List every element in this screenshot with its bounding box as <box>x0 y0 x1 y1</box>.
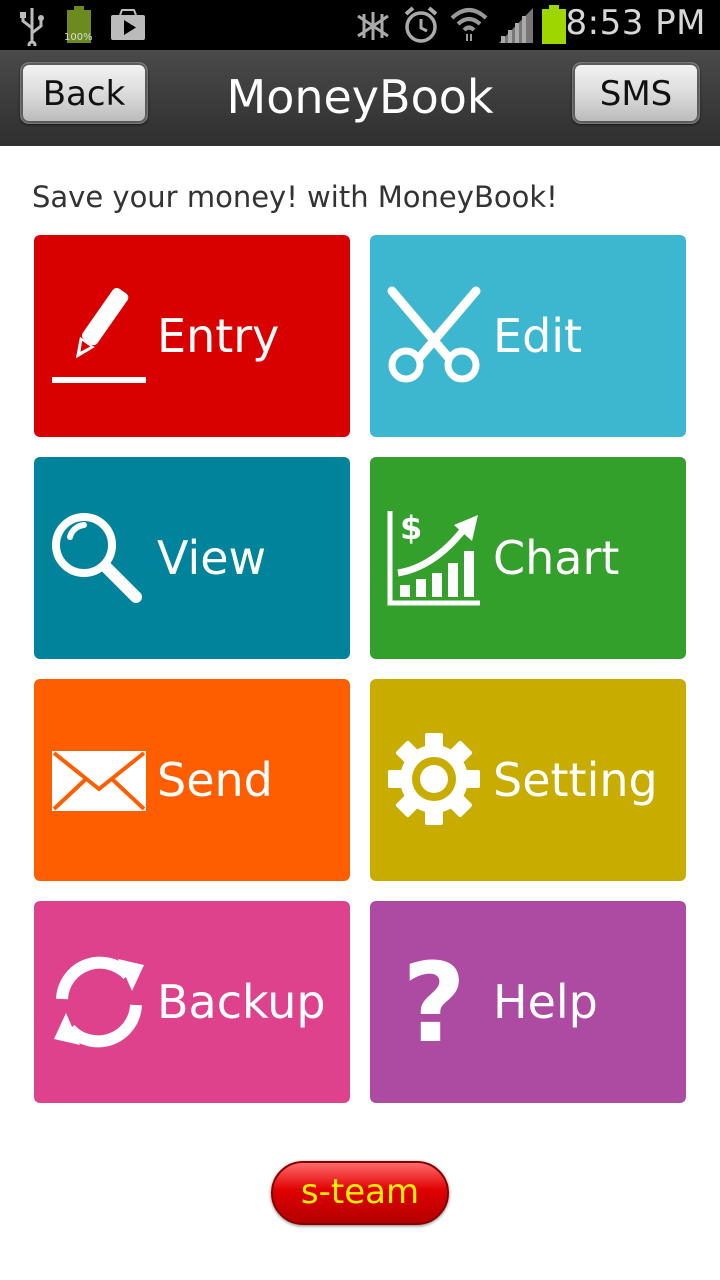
edit-tile[interactable]: Edit <box>370 235 686 437</box>
view-label: View <box>157 531 267 585</box>
back-button[interactable]: Back <box>20 62 148 124</box>
wifi-icon <box>450 8 488 41</box>
envelope-icon <box>52 751 146 811</box>
setting-tile[interactable]: Setting <box>370 679 686 881</box>
pencil-icon <box>52 287 146 383</box>
chart-label: Chart <box>493 531 620 585</box>
help-tile[interactable]: ? Help <box>370 901 686 1103</box>
status-bar: 100% 8:53 PM <box>0 0 720 50</box>
tagline: Save your money! with MoneyBook! <box>32 180 558 214</box>
sync-icon <box>54 956 144 1048</box>
signal-icon <box>499 8 533 43</box>
send-label: Send <box>157 753 273 807</box>
backup-tile[interactable]: Backup <box>34 901 350 1103</box>
action-bar: Back MoneyBook SMS <box>0 50 720 146</box>
svg-text:$: $ <box>400 509 422 547</box>
usb-icon <box>20 8 44 46</box>
chart-icon: $ <box>387 509 480 606</box>
send-tile[interactable]: Send <box>34 679 350 881</box>
entry-tile[interactable]: Entry <box>34 235 350 437</box>
backup-label: Backup <box>157 975 326 1029</box>
question-icon: ? <box>402 951 466 1051</box>
battery-percent: 100% <box>64 32 93 43</box>
sms-button[interactable]: SMS <box>572 62 700 124</box>
alarm-icon <box>404 6 438 43</box>
entry-label: Entry <box>157 309 280 363</box>
edit-label: Edit <box>493 309 583 363</box>
gear-icon <box>388 733 480 825</box>
play-store-icon <box>111 9 145 40</box>
clock: 8:53 PM <box>565 3 706 43</box>
help-label: Help <box>493 975 598 1029</box>
scissors-icon <box>387 286 481 383</box>
svg-text:?: ? <box>402 951 466 1051</box>
app-title: MoneyBook <box>226 70 494 124</box>
chart-tile[interactable]: $ Chart <box>370 457 686 659</box>
s-team-button[interactable]: s-team <box>271 1161 449 1225</box>
view-tile[interactable]: View <box>34 457 350 659</box>
setting-label: Setting <box>493 753 658 807</box>
mute-icon <box>357 12 389 40</box>
magnifier-icon <box>52 513 142 603</box>
battery-level-icon <box>542 5 566 44</box>
